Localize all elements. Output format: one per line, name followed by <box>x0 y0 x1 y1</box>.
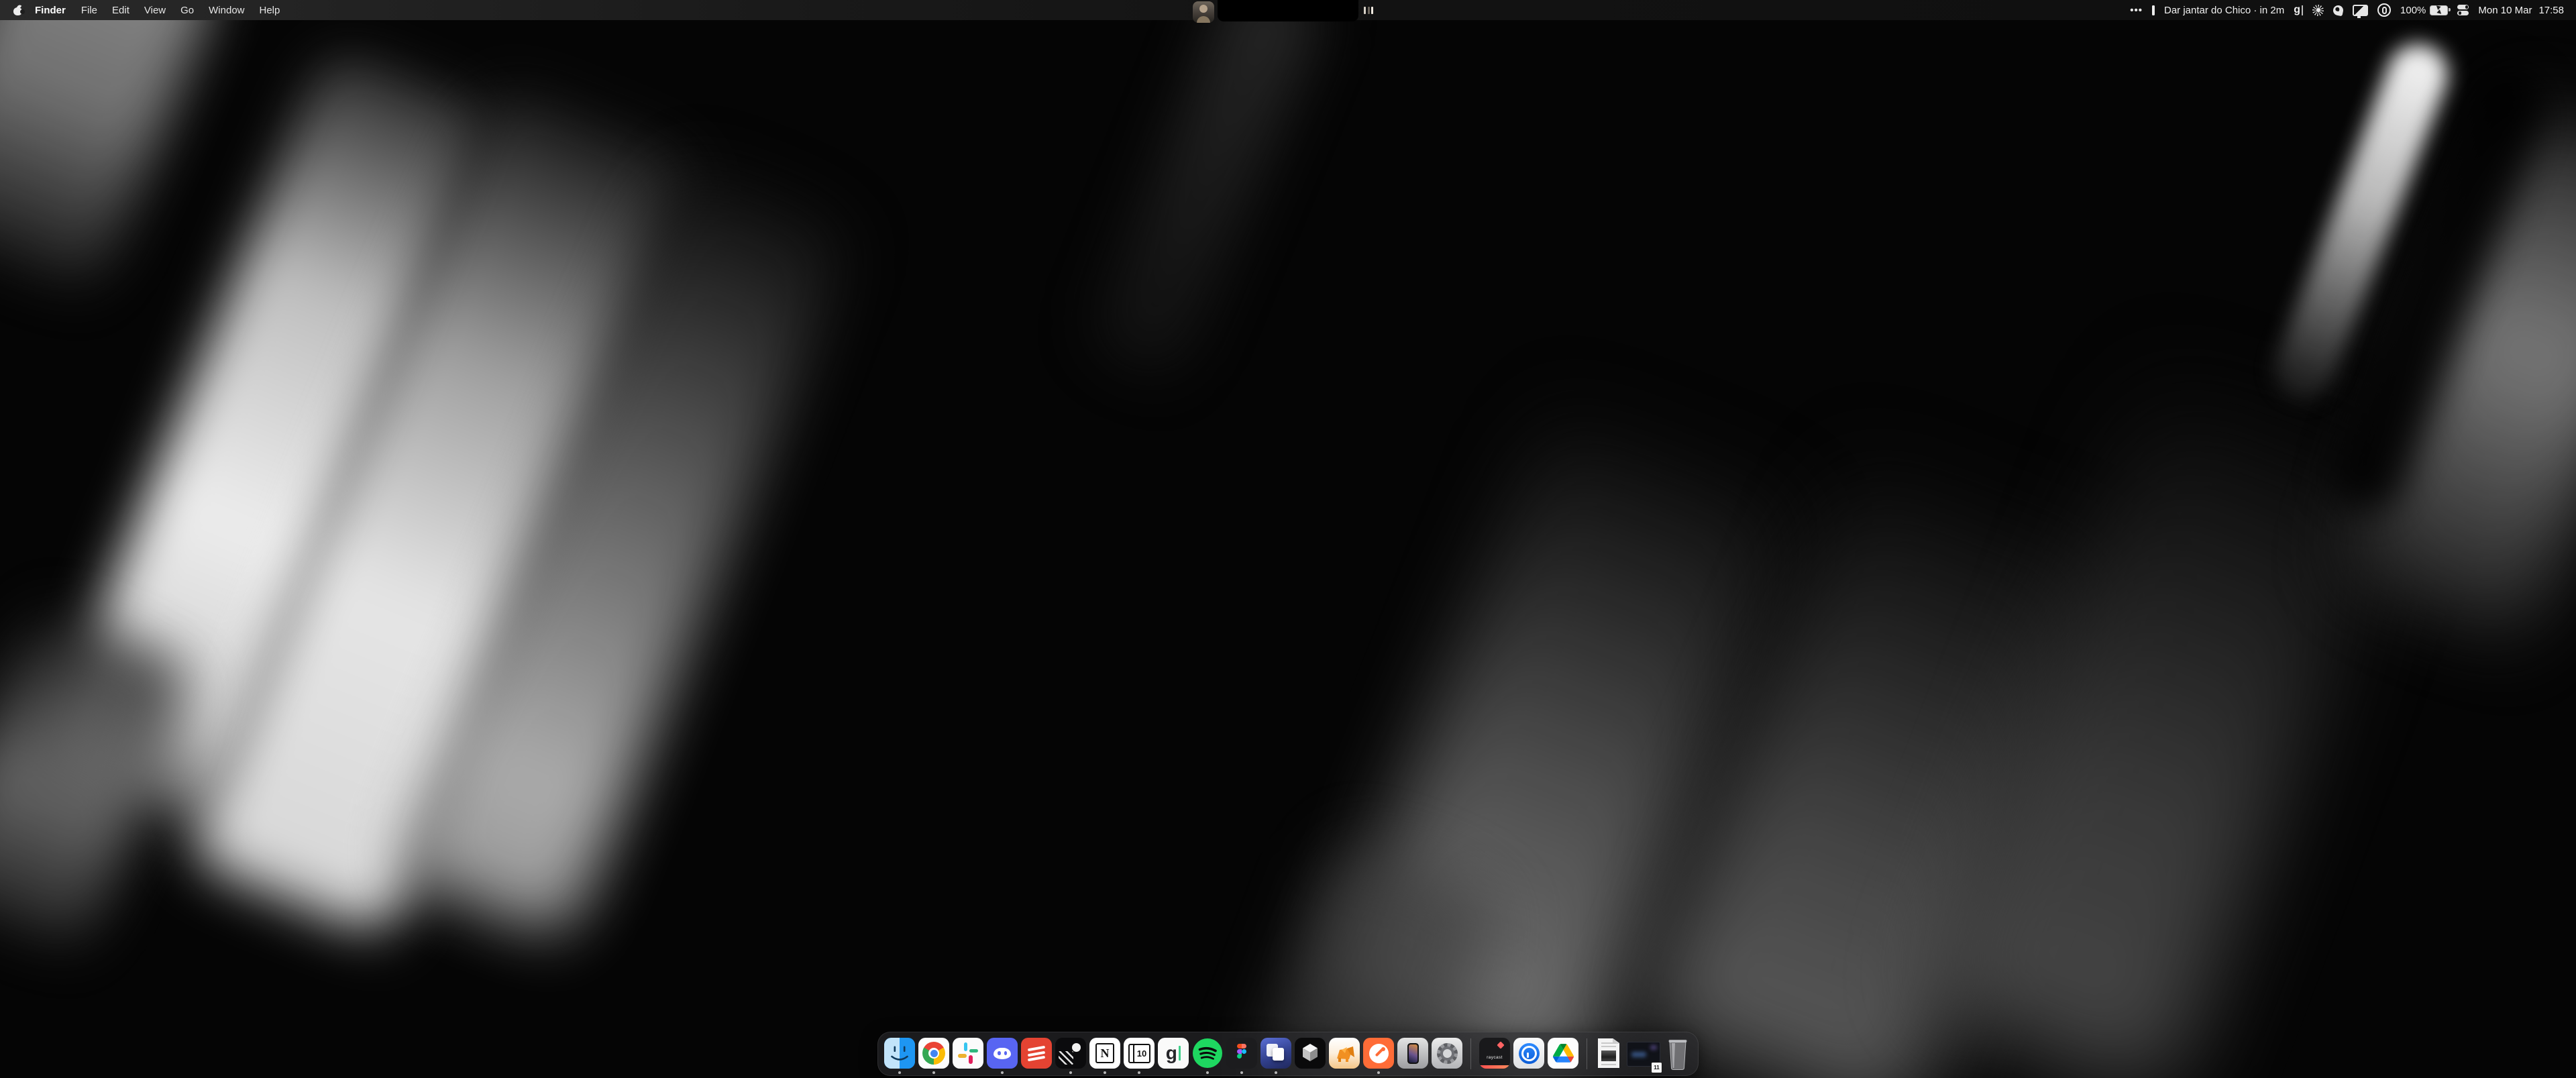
menu-help[interactable]: Help <box>252 5 288 16</box>
spotify-logo-icon <box>1192 1038 1223 1069</box>
dock-icon-slack[interactable] <box>953 1033 983 1075</box>
running-indicator <box>1275 1071 1277 1074</box>
menu-time: 17:58 <box>2538 5 2564 16</box>
dock-icon-todoist[interactable] <box>1021 1033 1052 1075</box>
battery-percent: 100% <box>2400 5 2426 16</box>
pick-menu-icon[interactable] <box>2332 4 2345 16</box>
menu-date: Mon 10 Mar <box>2478 5 2532 16</box>
dock-icon-paste[interactable] <box>1260 1033 1291 1075</box>
cube-icon <box>1295 1038 1326 1069</box>
notion-n-glyph: N <box>1095 1043 1114 1063</box>
audio-bars-menu-icon[interactable] <box>1364 7 1373 14</box>
calendar-date-glyph: 10 <box>1133 1044 1150 1063</box>
burst-menu-icon[interactable] <box>2312 5 2324 16</box>
elephant-icon <box>1329 1038 1360 1069</box>
dock-icon-spotify[interactable] <box>1192 1033 1223 1075</box>
display-menu-icon[interactable] <box>2353 5 2368 16</box>
dock-icon-notion-calendar[interactable]: 10 <box>1124 1033 1155 1075</box>
raycast-diamond-icon <box>1497 1041 1504 1048</box>
onepassword-menu-icon[interactable] <box>2377 3 2391 17</box>
menu-go[interactable]: Go <box>173 5 201 16</box>
reminder-indicator-bar <box>2152 5 2155 15</box>
granola-cursor <box>2302 5 2303 15</box>
document-line <box>1601 1064 1616 1065</box>
running-indicator <box>1104 1071 1106 1074</box>
gear-icon <box>1437 1043 1458 1064</box>
battery-status[interactable]: 100% <box>2400 5 2448 16</box>
figma-logo-icon <box>1226 1038 1257 1069</box>
dock-icon-figma[interactable] <box>1226 1033 1257 1075</box>
dock-icon-discord[interactable] <box>987 1033 1018 1075</box>
running-indicator <box>898 1071 901 1074</box>
chrome-logo-icon <box>922 1042 945 1065</box>
wallpaper-band <box>0 0 225 296</box>
raycast-label: raycast <box>1479 1055 1510 1060</box>
discord-logo-icon <box>987 1038 1018 1069</box>
document-preview <box>1601 1050 1616 1061</box>
menu-window[interactable]: Window <box>201 5 252 16</box>
menu-bar-left: Finder File Edit View Go Window Help <box>0 5 287 16</box>
granola-menu-icon[interactable]: g <box>2294 4 2303 16</box>
running-indicator <box>1069 1071 1072 1074</box>
dock-icon-raycast[interactable]: raycast <box>1479 1033 1510 1075</box>
granola-g-glyph: g <box>1166 1044 1177 1063</box>
dock-icon-chrome[interactable] <box>918 1033 949 1075</box>
running-indicator <box>1377 1071 1380 1074</box>
dock-divider <box>1470 1038 1471 1069</box>
apple-menu-icon[interactable] <box>13 5 22 15</box>
control-center-icon[interactable] <box>2457 5 2469 15</box>
dock-icon-postico[interactable] <box>1329 1033 1360 1075</box>
battery-charging-icon <box>2430 5 2448 15</box>
dock-file-document[interactable] <box>1595 1033 1622 1075</box>
menu-overflow-dots[interactable]: ••• <box>2130 5 2143 16</box>
menu-view[interactable]: View <box>137 5 173 16</box>
dock: N 10 g <box>877 1032 1699 1076</box>
dock-file-screenshot[interactable]: 11 <box>1625 1033 1660 1075</box>
onepassword-logo-icon <box>1519 1043 1540 1064</box>
document-line <box>1601 1046 1616 1047</box>
google-drive-logo-icon <box>1553 1044 1574 1063</box>
camera-notch <box>1218 0 1358 21</box>
dock-icon-notion[interactable]: N <box>1089 1033 1120 1075</box>
menu-file[interactable]: File <box>74 5 105 16</box>
dock-icon-1password[interactable] <box>1513 1033 1544 1075</box>
running-indicator <box>1001 1071 1004 1074</box>
dock-icon-linear[interactable] <box>1055 1033 1086 1075</box>
desktop-wallpaper <box>0 0 2576 1078</box>
reminder-text[interactable]: Dar jantar do Chico · in 2m <box>2164 5 2284 16</box>
running-indicator <box>1138 1071 1140 1074</box>
avatar-menu-icon[interactable] <box>1193 1 1214 23</box>
dock-icon-system-settings[interactable] <box>1432 1033 1462 1075</box>
raycast-glow <box>1479 1065 1510 1069</box>
dock-icon-postman[interactable] <box>1363 1033 1394 1075</box>
running-indicator <box>1240 1071 1243 1074</box>
wallpaper-band <box>1083 0 1332 386</box>
linear-logo-icon <box>1055 1038 1086 1069</box>
paste-logo-icon <box>1260 1038 1291 1069</box>
dock-icon-3d-cube-app[interactable] <box>1295 1033 1326 1075</box>
postman-logo-icon <box>1369 1044 1389 1063</box>
slack-logo-icon <box>953 1038 983 1069</box>
menu-bar-status-area: ••• Dar jantar do Chico · in 2m g 100% M… <box>2130 3 2576 17</box>
dock-icon-google-drive[interactable] <box>1548 1033 1578 1075</box>
document-line <box>1601 1042 1616 1044</box>
menu-clock[interactable]: Mon 10 Mar 17:58 <box>2478 5 2564 16</box>
running-indicator <box>1206 1071 1209 1074</box>
running-indicator <box>932 1071 935 1074</box>
dock-icon-granola[interactable]: g <box>1158 1033 1189 1075</box>
todoist-logo-icon <box>1021 1038 1052 1069</box>
granola-cursor-bar <box>1179 1046 1181 1061</box>
dock-trash[interactable] <box>1664 1033 1692 1075</box>
iphone-icon <box>1407 1043 1419 1064</box>
granola-glyph: g <box>2294 4 2300 16</box>
menu-edit[interactable]: Edit <box>105 5 137 16</box>
calendar-badge: 11 <box>1651 1062 1662 1073</box>
trash-bin-icon <box>1664 1033 1692 1075</box>
dock-icon-finder[interactable] <box>884 1033 915 1075</box>
finder-face-icon <box>884 1038 915 1069</box>
menu-app-name[interactable]: Finder <box>27 5 74 16</box>
dock-icon-iphone-mirroring[interactable] <box>1397 1033 1428 1075</box>
